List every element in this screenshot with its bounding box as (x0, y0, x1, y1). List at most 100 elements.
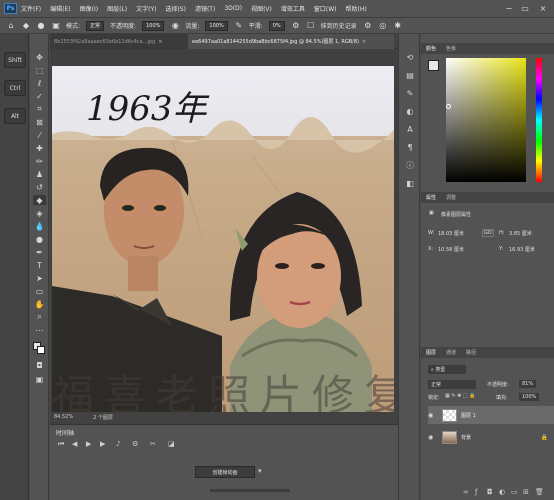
tab-adjustments[interactable]: 调整 (441, 194, 461, 201)
layer-filter-select[interactable]: ⌕ 类型 (428, 365, 466, 374)
chevron-down-icon[interactable]: ▾ (258, 467, 262, 477)
dodge-tool-icon[interactable]: ● (33, 234, 46, 244)
tab-document-1[interactable]: 8b2553f92a8aaaec63e6b12d6c4ca...jpg × (50, 34, 188, 49)
fx-icon[interactable]: ƒ (475, 488, 477, 496)
screen-mode-icon[interactable]: ▣ (33, 374, 46, 384)
link-layers-icon[interactable]: ∞ (463, 488, 469, 496)
alt-key-button[interactable]: Alt (4, 108, 26, 124)
quick-select-tool-icon[interactable]: ✓ (33, 91, 46, 101)
shift-key-button[interactable]: Shift (4, 52, 26, 68)
frame-tool-icon[interactable]: ⊠ (33, 117, 46, 127)
new-layer-icon[interactable]: ⊞ (523, 488, 529, 496)
home-icon[interactable]: ⌂ (6, 21, 16, 31)
quick-mask-icon[interactable]: ◘ (33, 360, 46, 370)
tab-paths[interactable]: 路径 (461, 349, 481, 356)
minimize-icon[interactable]: − (502, 2, 516, 15)
tab-document-2[interactable]: ee6497aa01a8144255d9ba8bc6875f4.jpg @ 84… (188, 34, 394, 49)
brush-settings-icon[interactable]: ▣ (51, 21, 61, 31)
history-panel-icon[interactable]: ⟲ (405, 52, 415, 62)
mode-select[interactable]: 正常 (86, 20, 105, 31)
next-frame-icon[interactable]: ▶ (100, 440, 105, 450)
brush-tool-icon[interactable]: ✏ (33, 156, 46, 166)
menu-file[interactable]: 文件(F) (21, 4, 41, 13)
play-icon[interactable]: ▶ (86, 440, 91, 450)
properties-panel-icon[interactable]: ▤ (405, 70, 415, 80)
history-checkbox[interactable]: ☐ (306, 21, 316, 31)
timeline-zoom-slider[interactable] (210, 489, 290, 492)
menu-edit[interactable]: 编辑(E) (50, 4, 70, 13)
brush-panel-icon[interactable]: ✎ (405, 88, 415, 98)
eye-icon[interactable]: ◉ (428, 412, 438, 419)
pressure-size-icon[interactable]: ◎ (378, 21, 388, 31)
transition-icon[interactable]: ◪ (168, 440, 175, 450)
smooth-field[interactable]: 0% (268, 20, 285, 31)
menu-plugins[interactable]: 增效工具 (281, 4, 305, 13)
hand-tool-icon[interactable]: ✋ (33, 299, 46, 309)
prev-frame-icon[interactable]: ◀ (72, 440, 77, 450)
tab-channels[interactable]: 通道 (441, 349, 461, 356)
adjustment-layer-icon[interactable]: ◐ (499, 488, 505, 496)
eraser-tool-icon[interactable]: ◆ (21, 21, 31, 31)
color-picker-cursor[interactable] (446, 104, 451, 109)
ctrl-key-button[interactable]: Ctrl (4, 80, 26, 96)
glyph-panel-icon[interactable]: ⓘ (405, 160, 415, 170)
symmetry-icon[interactable]: ✱ (393, 21, 403, 31)
lock-icons[interactable]: ▦ ✎ ✥ ⬚ 🔒 (445, 393, 475, 399)
settings-icon[interactable]: ⚙ (132, 440, 138, 450)
color-swatches-icon[interactable] (33, 342, 45, 354)
tab-properties[interactable]: 属性 (421, 194, 441, 201)
paragraph-panel-icon[interactable]: ¶ (405, 142, 415, 152)
menu-select[interactable]: 选择(S) (165, 4, 186, 13)
zoom-tool-icon[interactable]: ⌕ (33, 312, 46, 322)
photo-canvas[interactable]: 1963年 福喜老照片修复 (52, 66, 394, 412)
more-tools-icon[interactable]: ⋯ (33, 325, 46, 335)
settings-icon[interactable]: ⚙ (363, 21, 373, 31)
opacity-field[interactable]: 100% (142, 20, 165, 31)
delete-layer-icon[interactable]: 🗑 (535, 488, 544, 496)
close-icon[interactable]: × (158, 39, 162, 45)
create-frame-animation-button[interactable]: 创建帧动画 (195, 466, 255, 478)
menu-filter[interactable]: 滤镜(T) (195, 4, 215, 13)
eye-icon[interactable]: ◉ (428, 434, 438, 441)
pressure-opacity-icon[interactable]: ◉ (170, 21, 180, 31)
clone-stamp-tool-icon[interactable]: ♟ (33, 169, 46, 179)
layer-row[interactable]: ◉ 背景 🔒 (428, 428, 554, 446)
width-field[interactable]: 18.03 厘米 (438, 230, 464, 237)
eraser-tool-icon[interactable]: ◆ (33, 195, 46, 205)
foreground-color-swatch[interactable] (428, 60, 439, 71)
pen-tool-icon[interactable]: ✒ (33, 247, 46, 257)
crop-tool-icon[interactable]: ⌗ (33, 104, 46, 114)
rectangle-tool-icon[interactable]: ▭ (33, 286, 46, 296)
height-field[interactable]: 3.85 厘米 (509, 230, 532, 237)
airbrush-icon[interactable]: ✎ (234, 21, 244, 31)
link-dimensions-icon[interactable]: GO (482, 229, 494, 237)
paint-bucket-tool-icon[interactable]: ◈ (33, 208, 46, 218)
y-field[interactable]: 16.93 厘米 (509, 246, 535, 253)
tab-swatches[interactable]: 色板 (441, 45, 461, 52)
history-brush-tool-icon[interactable]: ↺ (33, 182, 46, 192)
menu-type[interactable]: 文字(Y) (136, 4, 156, 13)
menu-help[interactable]: 帮助(H) (346, 4, 367, 13)
menu-view[interactable]: 视图(V) (251, 4, 272, 13)
layer-name[interactable]: 背景 (461, 434, 471, 441)
add-mask-icon[interactable]: ◘ (487, 488, 493, 496)
zoom-level[interactable]: 84.52% (54, 414, 73, 420)
split-icon[interactable]: ✂ (150, 440, 156, 450)
character-panel-icon[interactable]: A (405, 124, 415, 134)
hue-slider[interactable] (536, 58, 542, 182)
color-field[interactable] (446, 58, 526, 182)
close-icon[interactable]: × (536, 2, 550, 15)
maximize-icon[interactable]: ▭ (518, 2, 532, 15)
audio-icon[interactable]: ♪ (116, 440, 120, 450)
type-tool-icon[interactable]: T (33, 260, 46, 270)
brush-preset-icon[interactable]: ● (36, 21, 46, 31)
blend-mode-select[interactable]: 正常 (428, 380, 476, 389)
tab-layers[interactable]: 图层 (421, 349, 441, 356)
smoothing-settings-icon[interactable]: ⚙ (291, 21, 301, 31)
close-icon[interactable]: × (362, 39, 366, 45)
adjust-panel-icon[interactable]: ◐ (405, 106, 415, 116)
layer-opacity-field[interactable]: 81% (519, 380, 537, 388)
path-select-tool-icon[interactable]: ➤ (33, 273, 46, 283)
menu-image[interactable]: 图像(I) (80, 4, 98, 13)
tab-color[interactable]: 颜色 (421, 45, 441, 52)
